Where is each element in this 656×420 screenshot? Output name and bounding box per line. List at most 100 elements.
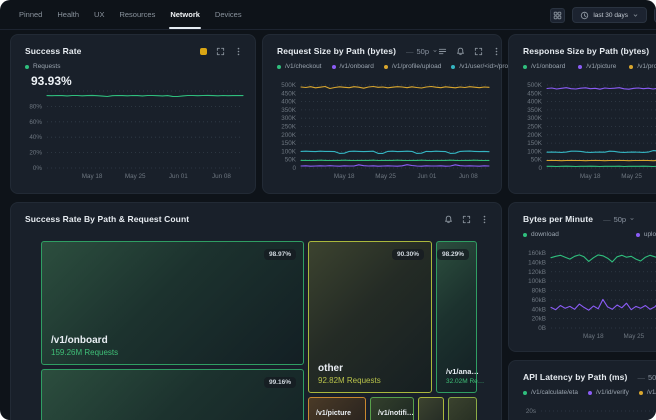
y-axis-tick-label: 100K: [527, 148, 543, 155]
time-range-picker[interactable]: last 30 days: [572, 7, 647, 23]
legend-item[interactable]: /v1/user/<id>/profile: [451, 63, 516, 70]
series-line: [551, 299, 656, 310]
treemap-box-label: other92.82M Requests: [318, 363, 381, 385]
y-axis-tick-label: 250K: [281, 124, 297, 131]
x-axis-tick-label: May 25: [375, 173, 396, 180]
x-axis-tick-label: Jun 01: [169, 173, 188, 180]
expand-icon[interactable]: [474, 47, 483, 56]
kebab-menu-icon[interactable]: [492, 47, 501, 56]
alert-indicator-icon[interactable]: [200, 48, 207, 55]
tab-ux[interactable]: UX: [94, 0, 104, 29]
grid-view-button[interactable]: [550, 8, 565, 23]
legend-item[interactable]: Requests: [25, 63, 60, 70]
bell-icon[interactable]: [456, 47, 465, 56]
y-axis-tick-label: 400K: [281, 99, 297, 106]
top-navigation-bar: Pinned Health UX Resources Network Devices la…: [0, 0, 656, 30]
legend-label: /v1/picture: [586, 63, 616, 70]
api-latency-chart: 20s: [515, 407, 656, 420]
y-axis-tick-label: 160kB: [528, 250, 546, 257]
legend-item[interactable]: /v1/calculate/eta: [523, 389, 578, 396]
legend-dot-icon: [277, 65, 281, 69]
y-axis-tick-label: 0B: [538, 325, 546, 332]
legend-item[interactable]: download: [523, 231, 559, 238]
y-axis-tick-label: 60%: [29, 119, 42, 126]
y-axis-tick-label: 350K: [527, 107, 543, 114]
legend: download upload: [509, 231, 656, 238]
percentile-dropdown[interactable]: — 50p: [603, 215, 635, 224]
treemap-box-other[interactable]: 90.30%other92.82M Requests: [308, 241, 432, 393]
list-icon[interactable]: [438, 47, 447, 56]
x-axis-tick-label: Jun 01: [418, 173, 437, 180]
legend-label: /v1/onboard: [647, 389, 656, 396]
chart-canvas: 20s: [515, 407, 656, 420]
clock-icon: [580, 11, 589, 20]
legend-item[interactable]: /v1/onboard: [523, 63, 565, 70]
legend-label: /v1/profile/upload: [392, 63, 442, 70]
treemap-path-label: other: [318, 363, 381, 374]
y-axis-tick-label: 300K: [527, 115, 543, 122]
kebab-menu-icon[interactable]: [234, 47, 243, 56]
request-size-chart: 500K450K400K350K300K250K200K150K100K50K0…: [269, 81, 495, 181]
y-axis-tick-label: 40%: [29, 134, 42, 141]
legend-item[interactable]: /v1/id/verify: [588, 389, 629, 396]
treemap-box[interactable]: [448, 397, 477, 420]
panel-title: Success Rate: [25, 46, 81, 56]
chart-canvas: 500K450K400K350K300K250K200K150K100K50K0…: [269, 81, 495, 181]
y-axis-tick-label: 250K: [527, 124, 543, 131]
y-axis-tick-label: 350K: [281, 107, 297, 114]
x-axis-tick-label: May 18: [583, 333, 604, 340]
y-axis-tick-label: 150K: [281, 140, 297, 147]
legend-label: /v1/calculate/eta: [531, 389, 578, 396]
legend-item[interactable]: /v1/profile/upload: [384, 63, 442, 70]
legend-dot-icon: [523, 233, 527, 237]
success-rate-badge: 98.97%: [264, 249, 296, 260]
treemap-box-v1-onboard[interactable]: 98.97% /v1/onboard159.26M Requests: [41, 241, 304, 365]
treemap-box-label: /v1/onboard159.26M Requests: [51, 335, 118, 357]
y-axis-tick-label: 80kB: [532, 288, 546, 295]
y-axis-tick-label: 50K: [531, 157, 543, 164]
y-axis-tick-label: 450K: [281, 90, 297, 97]
legend-item[interactable]: /v1/picture: [578, 63, 616, 70]
treemap-box[interactable]: 99.16%: [41, 369, 304, 420]
x-axis-tick-label: Jun 08: [212, 173, 231, 180]
percentile-dropdown[interactable]: — 50p: [637, 373, 656, 382]
treemap-box-v1-ana[interactable]: 98.29%/v1/ana…32.02M Re…: [436, 241, 477, 393]
x-axis-tick-label: May 18: [334, 173, 355, 180]
success-rate-chart: 80%60%40%20%0%May 18May 25Jun 01Jun 08: [17, 87, 249, 181]
legend-item[interactable]: /v1/checkout: [277, 63, 322, 70]
legend-dot-icon: [332, 65, 336, 69]
x-axis-tick-label: May 18: [580, 173, 601, 180]
treemap-box-v1-picture[interactable]: /v1/picture: [308, 397, 366, 420]
legend-dot-icon: [578, 65, 582, 69]
series-line: [547, 88, 656, 90]
grid-icon: [553, 11, 562, 20]
y-axis-tick-label: 80%: [29, 103, 42, 110]
legend-label: upload: [644, 231, 656, 238]
treemap-box[interactable]: [418, 397, 444, 420]
legend-item[interactable]: upload: [636, 231, 656, 238]
tab-devices[interactable]: Devices: [215, 0, 242, 29]
chart-canvas: 160kB140kB120kB100kB80kB60kB40kB20kB0BMa…: [515, 249, 656, 341]
success-rate-value: 93.93%: [11, 70, 255, 88]
legend-item[interactable]: /v1/profile/upload: [629, 63, 656, 70]
tab-resources[interactable]: Resources: [119, 0, 155, 29]
legend-item[interactable]: /v1/onboard: [332, 63, 374, 70]
legend-dot-icon: [588, 391, 592, 395]
tab-pinned[interactable]: Pinned: [19, 0, 42, 29]
treemap-request-count: 32.02M Re…: [446, 378, 484, 385]
treemap-box-v1-notifi[interactable]: /v1/notifi…: [370, 397, 414, 420]
percentile-dropdown[interactable]: — 50p: [406, 47, 438, 56]
legend-item[interactable]: /v1/onboard: [639, 389, 656, 396]
percentile-value: 50p: [417, 47, 430, 56]
y-axis-tick-label: 100kB: [528, 278, 546, 285]
tab-health[interactable]: Health: [57, 0, 79, 29]
y-axis-tick-label: 400K: [527, 99, 543, 106]
legend-label: /v1/checkout: [285, 63, 322, 70]
tab-network[interactable]: Network: [170, 0, 200, 29]
legend: /v1/calculate/eta/v1/id/verify/v1/onboar…: [509, 389, 656, 396]
legend-dot-icon: [384, 65, 388, 69]
dashboard: Pinned Health UX Resources Network Devices la…: [0, 0, 656, 420]
y-axis-tick-label: 150K: [527, 140, 543, 147]
legend: Requests: [11, 63, 255, 70]
expand-icon[interactable]: [216, 47, 225, 56]
